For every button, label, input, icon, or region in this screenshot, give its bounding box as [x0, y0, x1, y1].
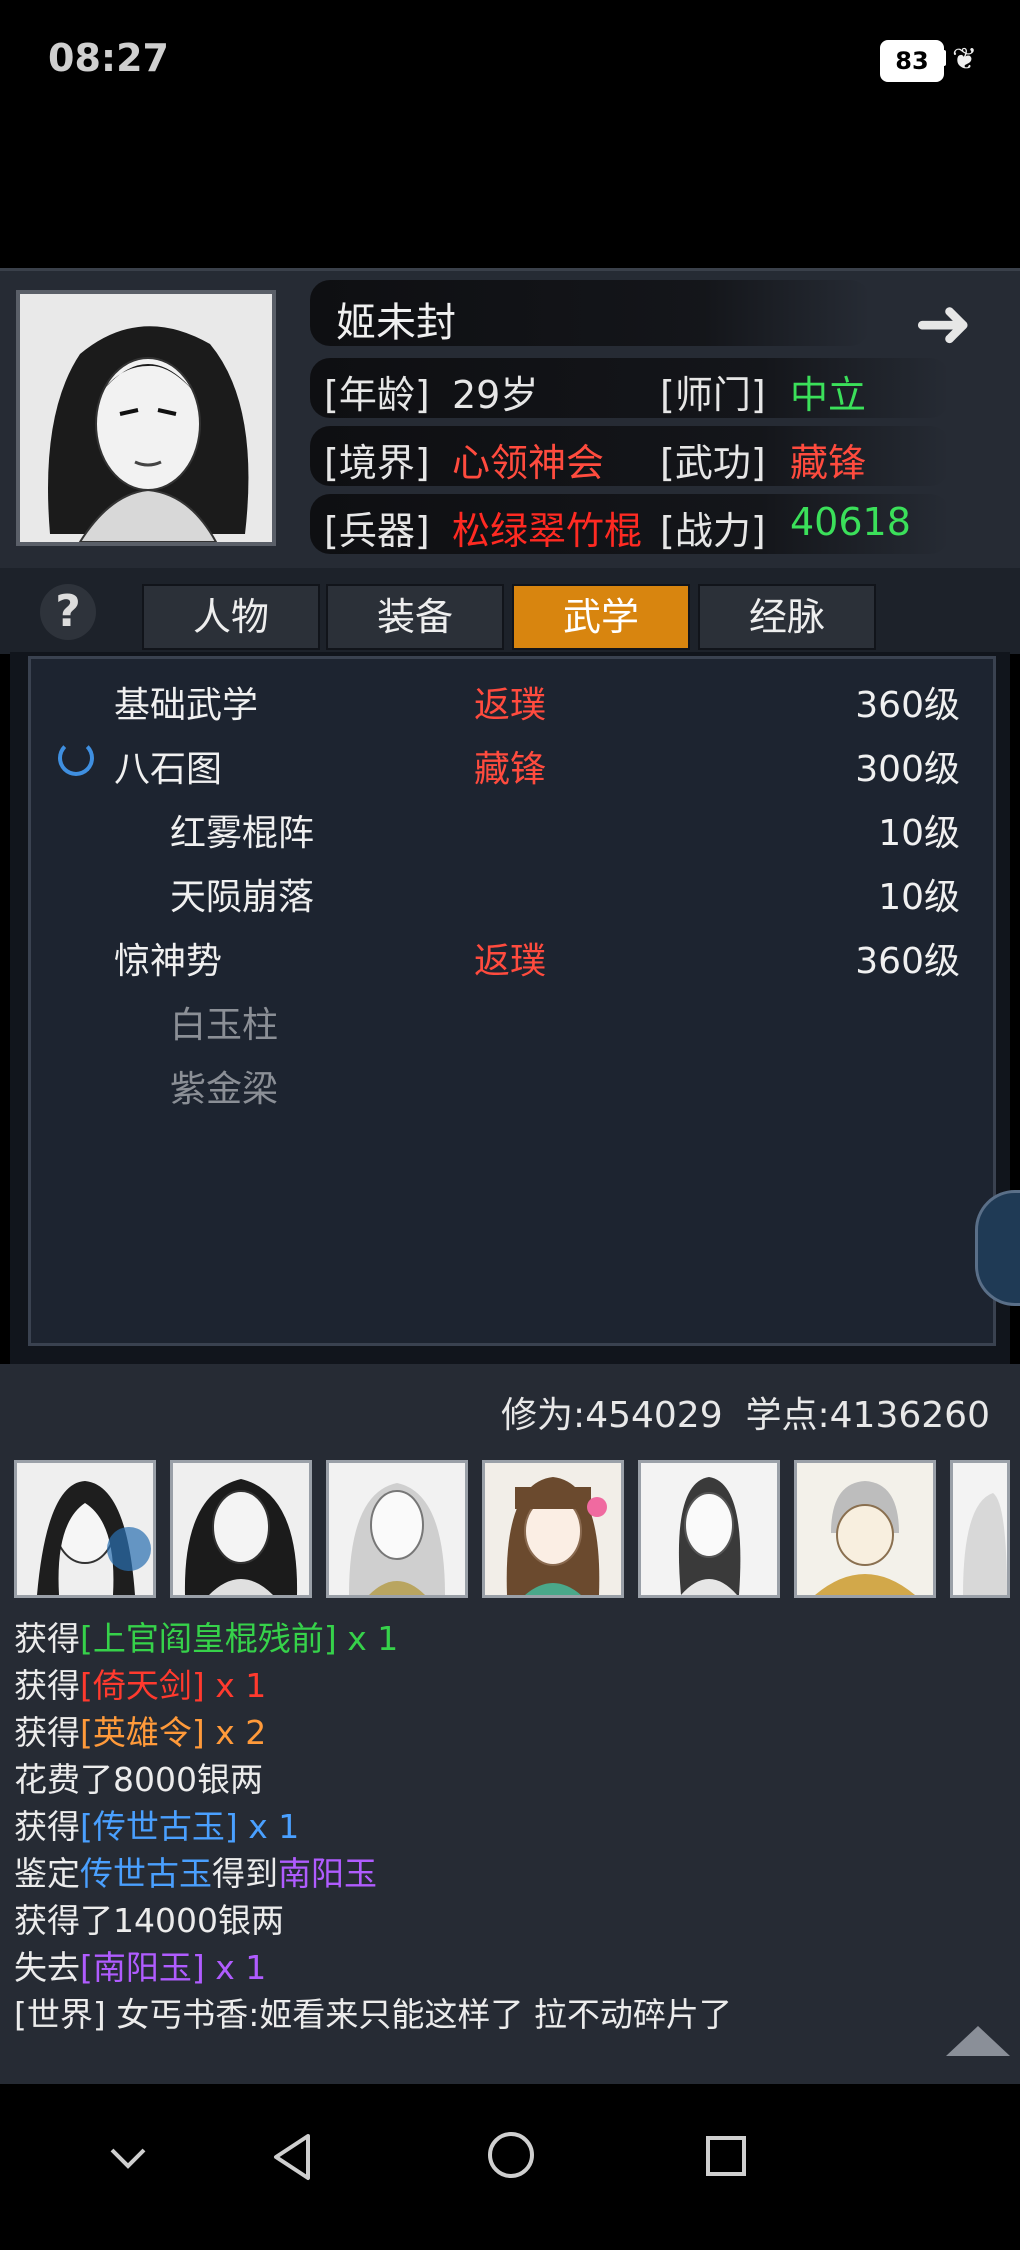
log-line: 失去[南阳玉] x 1 — [14, 1941, 266, 1989]
skill-value: 藏锋 — [790, 441, 867, 485]
log-segment: [英雄令] — [80, 1713, 205, 1752]
log-segment: x 1 — [237, 1807, 300, 1846]
loading-spinner-icon — [58, 740, 94, 776]
roster-avatar[interactable] — [170, 1460, 312, 1598]
roster-avatar[interactable] — [326, 1460, 468, 1598]
chevron-down-icon[interactable] — [106, 2144, 150, 2174]
log-segment: 南阳玉 — [278, 1854, 377, 1893]
cultivation-label: 修为: — [501, 1395, 586, 1436]
log-segment: [传世古玉] — [80, 1807, 238, 1846]
skill-row-name[interactable]: 八石图 — [114, 740, 222, 792]
skill-row-level: 360级 — [855, 685, 960, 726]
log-line: [世界] 女丐书香:姬看来只能这样了 拉不动碎片了 — [14, 1988, 732, 2036]
roster-avatar[interactable] — [950, 1460, 1010, 1598]
back-icon[interactable] — [270, 2130, 314, 2184]
log-segment: 传世古玉 — [80, 1854, 212, 1893]
tab-equipment[interactable]: 装备 — [326, 584, 504, 650]
log-line: 获得[英雄令] x 2 — [14, 1706, 266, 1754]
log-line: 获得[上官阎皇棍残前] x 1 — [14, 1612, 398, 1660]
log-line: 获得[传世古玉] x 1 — [14, 1800, 299, 1848]
roster-avatar[interactable] — [638, 1460, 780, 1598]
log-segment: [上官阎皇棍残前] — [80, 1619, 337, 1658]
skill-row-name[interactable]: 天陨崩落 — [170, 868, 314, 920]
status-time: 08:27 — [48, 36, 169, 80]
leaf-icon: ❦ — [952, 42, 978, 77]
power-value: 40618 — [790, 500, 911, 544]
skill-row-name[interactable]: 惊神势 — [114, 932, 222, 984]
tab-martial-arts[interactable]: 武学 — [512, 584, 690, 650]
log-segment: x 1 — [336, 1619, 399, 1658]
age-label: [年龄] — [324, 373, 430, 417]
points-label: 学点: — [745, 1395, 830, 1436]
realm-value: 心领神会 — [452, 441, 605, 485]
skill-row-name[interactable]: 紫金梁 — [170, 1060, 278, 1112]
hero-name: 姬未封 — [336, 300, 456, 346]
battery-icon: 83 — [880, 40, 944, 82]
log-line: 花费了8000银两 — [14, 1753, 263, 1801]
skill-row-rank: 藏锋 — [474, 749, 547, 790]
log-segment: 获得 — [14, 1807, 80, 1846]
sect-label: [师门] — [660, 373, 766, 417]
skill-row-name[interactable]: 红雾棍阵 — [170, 804, 314, 856]
log-segment: 获得 — [14, 1666, 80, 1705]
roster-avatar[interactable] — [14, 1460, 156, 1598]
log-segment: [倚天剑] — [80, 1666, 205, 1705]
tab-character[interactable]: 人物 — [142, 584, 320, 650]
arrow-right-icon[interactable]: ➜ — [914, 282, 973, 364]
tab-meridians[interactable]: 经脉 — [698, 584, 876, 650]
log-segment: 获得 — [14, 1713, 80, 1752]
age-value: 29岁 — [452, 373, 539, 417]
system-nav-bar — [0, 2084, 1020, 2250]
roster-avatar[interactable] — [794, 1460, 936, 1598]
log-segment: [世界] 女丐书香:姬看来只能这样了 拉不动碎片了 — [14, 1995, 732, 2034]
recents-icon[interactable] — [704, 2134, 748, 2178]
log-line: 获得了14000银两 — [14, 1894, 284, 1942]
skill-row-rank: 返璞 — [474, 685, 547, 726]
log-segment: x 2 — [204, 1713, 267, 1752]
weapon-value: 松绿翠竹棍 — [452, 509, 643, 553]
skill-row-name[interactable]: 基础武学 — [114, 676, 258, 728]
help-icon[interactable]: ? — [40, 584, 96, 640]
roster-avatar[interactable] — [482, 1460, 624, 1598]
battery-tip — [940, 50, 946, 66]
cultivation-value: 454029 — [585, 1395, 723, 1436]
skill-row-level: 300级 — [855, 749, 960, 790]
home-icon[interactable] — [486, 2130, 536, 2180]
skill-row-level: 10级 — [878, 813, 960, 854]
power-label: [战力] — [660, 509, 766, 553]
log-segment: x 1 — [204, 1948, 267, 1987]
hero-portrait — [16, 290, 276, 546]
stats-text: 修为:454029 学点:4136260 — [501, 1386, 990, 1438]
log-segment: 花费了8000银两 — [14, 1760, 263, 1799]
log-line: 鉴定传世古玉得到南阳玉 — [14, 1847, 377, 1895]
log-segment: 得到 — [212, 1854, 278, 1893]
sect-value: 中立 — [790, 373, 867, 417]
side-drawer-handle[interactable] — [975, 1190, 1020, 1306]
skill-row-rank: 返璞 — [474, 941, 547, 982]
weapon-label: [兵器] — [324, 509, 430, 553]
skill-label: [武功] — [660, 441, 766, 485]
log-line: 获得[倚天剑] x 1 — [14, 1659, 266, 1707]
skill-row-name[interactable]: 白玉柱 — [170, 996, 278, 1048]
log-segment: [南阳玉] — [80, 1948, 205, 1987]
realm-label: [境界] — [324, 441, 430, 485]
log-segment: 获得 — [14, 1619, 80, 1658]
scroll-up-icon[interactable] — [946, 2026, 1010, 2056]
log-segment: 失去 — [14, 1948, 80, 1987]
points-value: 4136260 — [829, 1395, 990, 1436]
log-segment: 鉴定 — [14, 1854, 80, 1893]
log-segment: 获得了14000银两 — [14, 1901, 284, 1940]
log-segment: x 1 — [204, 1666, 267, 1705]
skill-row-level: 10级 — [878, 877, 960, 918]
skill-row-level: 360级 — [855, 941, 960, 982]
